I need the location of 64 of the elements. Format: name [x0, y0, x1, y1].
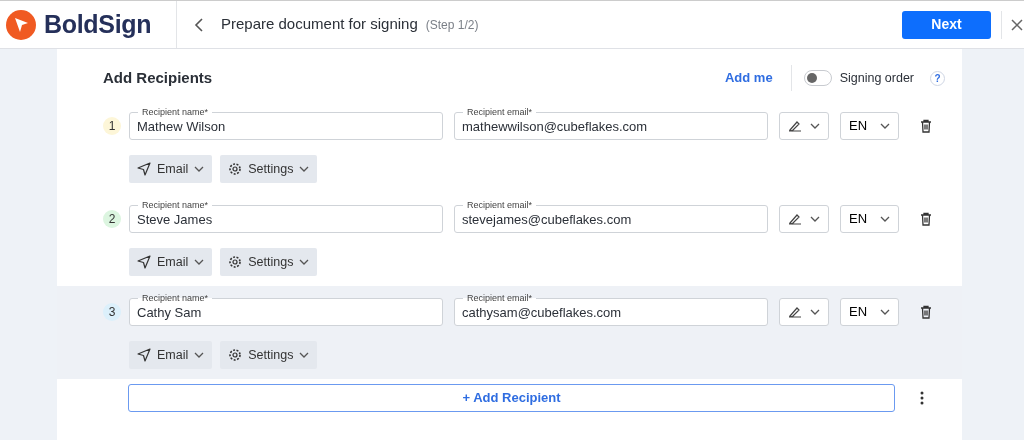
brand-name: BoldSign	[44, 8, 152, 40]
chevron-down-icon	[299, 352, 310, 358]
pen-icon	[788, 120, 802, 132]
delete-icon	[920, 119, 932, 133]
logo-icon	[6, 9, 36, 40]
add-me-link[interactable]: Add me	[718, 67, 779, 89]
next-button[interactable]: Next	[902, 10, 991, 39]
chevron-down-icon	[880, 123, 890, 129]
chevron-down-icon	[810, 309, 820, 315]
close-button[interactable]	[1010, 17, 1024, 32]
recipient-number: 2	[103, 210, 121, 228]
delete-button[interactable]	[920, 305, 932, 319]
chevron-down-icon	[194, 352, 205, 358]
send-icon	[137, 255, 151, 269]
send-icon	[137, 162, 151, 176]
pen-icon	[788, 306, 802, 318]
language-dropdown[interactable]: EN	[840, 112, 899, 140]
recipient-number: 3	[103, 303, 121, 321]
send-icon	[137, 348, 151, 362]
recipient-number: 1	[103, 117, 121, 135]
settings-icon	[228, 162, 243, 176]
chevron-down-icon	[810, 123, 820, 129]
step-indicator: (Step 1/2)	[425, 16, 479, 34]
delivery-dropdown[interactable]: Email	[129, 248, 213, 276]
back-button[interactable]	[193, 16, 205, 33]
more-options-button[interactable]	[920, 391, 924, 405]
signer-role-dropdown[interactable]	[779, 205, 829, 233]
delivery-dropdown[interactable]: Email	[129, 341, 213, 369]
settings-icon	[228, 255, 243, 269]
chevron-down-icon	[194, 166, 205, 172]
settings-dropdown[interactable]: Settings	[220, 248, 318, 276]
field-label: Recipient name*	[138, 199, 213, 211]
chevron-down-icon	[299, 166, 310, 172]
field-label: Recipient name*	[138, 106, 213, 118]
settings-dropdown[interactable]: Settings	[220, 341, 318, 369]
signer-role-dropdown[interactable]	[779, 298, 829, 326]
field-label: Recipient email*	[463, 292, 537, 304]
page-title: Prepare document for signing	[221, 14, 418, 35]
more-options-icon	[920, 391, 924, 405]
close-icon	[1010, 17, 1024, 32]
chevron-down-icon	[194, 259, 205, 265]
delete-button[interactable]	[920, 119, 932, 133]
chevron-down-icon	[299, 259, 310, 265]
chevron-down-icon	[810, 216, 820, 222]
field-label: Recipient name*	[138, 292, 213, 304]
delivery-dropdown[interactable]: Email	[129, 155, 213, 183]
field-label: Recipient email*	[463, 199, 537, 211]
settings-dropdown[interactable]: Settings	[220, 155, 318, 183]
delete-button[interactable]	[920, 212, 932, 226]
language-dropdown[interactable]: EN	[840, 205, 899, 233]
delete-icon	[920, 305, 932, 319]
section-title: Add Recipients	[103, 67, 213, 88]
settings-icon	[228, 348, 243, 362]
language-dropdown[interactable]: EN	[840, 298, 899, 326]
pen-icon	[788, 213, 802, 225]
chevron-down-icon	[880, 309, 890, 315]
signer-role-dropdown[interactable]	[779, 112, 829, 140]
chevron-down-icon	[880, 216, 890, 222]
back-icon	[193, 16, 205, 33]
signing-order-toggle[interactable]	[803, 70, 832, 86]
field-label: Recipient email*	[463, 106, 537, 118]
add-recipient-button[interactable]: + Add Recipient	[128, 384, 895, 412]
delete-icon	[920, 212, 932, 226]
signing-order-label: Signing order	[839, 69, 914, 87]
